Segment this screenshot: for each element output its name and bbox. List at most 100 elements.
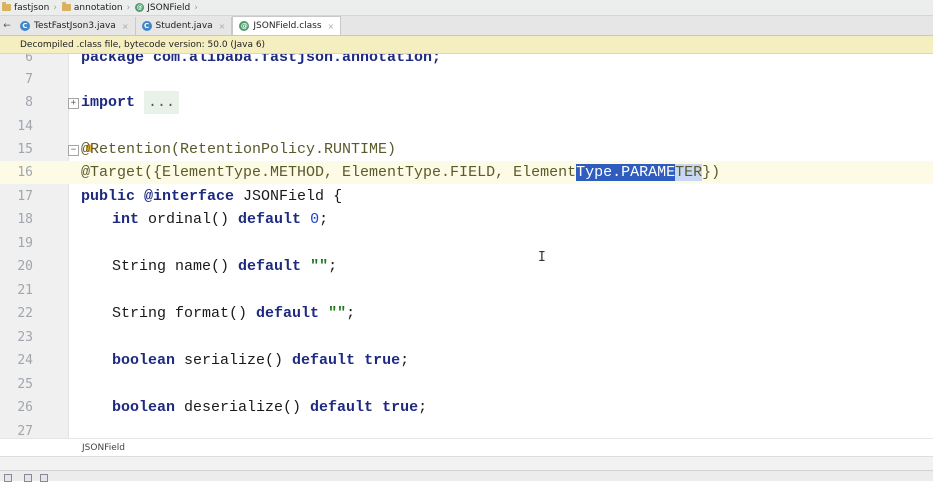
code-text: boolean deserialize() default true; — [112, 396, 427, 419]
fold-collapse-icon[interactable]: − — [68, 145, 79, 156]
code-keyword: public — [81, 188, 136, 205]
tool-window-strip — [0, 456, 933, 471]
editor-tab-bar: ← C TestFastJson3.java × C Student.java … — [0, 16, 933, 36]
code-package: package com.alibaba.fastjson.annotation; — [81, 54, 442, 66]
code-segment: ; — [328, 258, 338, 275]
line-number: 22 — [17, 306, 33, 321]
tool-window-icon[interactable] — [4, 474, 12, 482]
terminal-icon[interactable] — [24, 474, 32, 482]
code-string: "" — [310, 258, 329, 275]
structure-breadcrumb-label: JSONField — [82, 442, 125, 453]
code-segment: }) — [702, 164, 721, 181]
code-line-15[interactable]: 15 − @Retention(RetentionPolicy.RUNTIME) — [0, 138, 933, 161]
breadcrumb-label: annotation — [73, 2, 123, 13]
code-line-21[interactable]: 21 — [0, 279, 933, 302]
code-line-23[interactable]: 23 — [0, 326, 933, 349]
class-icon: @ — [135, 3, 145, 12]
code-segment: @Target({ElementType.METHOD, ElementType… — [81, 164, 577, 181]
folder-icon — [61, 2, 71, 11]
code-line-6[interactable]: 6 package com.alibaba.fastjson.annotatio… — [0, 54, 933, 69]
tab-label: TestFastJson3.java — [34, 21, 116, 31]
code-import-keyword: import — [81, 94, 136, 111]
code-keyword: boolean — [112, 399, 176, 416]
class-icon: C — [20, 21, 30, 31]
line-number: 17 — [17, 189, 33, 204]
code-line-22[interactable]: 22 String format() default ""; — [0, 302, 933, 325]
code-text: boolean serialize() default true; — [112, 349, 409, 372]
banner-text: Decompiled .class file, bytecode version… — [20, 39, 266, 50]
code-text: @Target({ElementType.METHOD, ElementType… — [81, 161, 720, 184]
code-line-18[interactable]: 18 int ordinal() default 0; — [0, 208, 933, 231]
folder-icon — [2, 2, 11, 11]
line-number: 16 — [17, 165, 33, 180]
code-text: String format() default ""; — [112, 302, 355, 325]
code-line-27[interactable]: 27 — [0, 420, 933, 438]
line-number: 6 — [25, 54, 33, 65]
code-text: int ordinal() default 0; — [112, 208, 328, 231]
code-line-24[interactable]: 24 boolean serialize() default true; — [0, 349, 933, 372]
code-number: 0 — [310, 211, 320, 228]
code-segment: ; — [418, 399, 428, 416]
line-number: 15 — [17, 142, 33, 157]
code-text: public @interface JSONField { — [81, 185, 342, 208]
settings-icon[interactable] — [40, 474, 48, 482]
line-number: 20 — [17, 259, 33, 274]
code-keyword: int — [112, 211, 140, 228]
tab-testfastjson3[interactable]: C TestFastJson3.java × — [14, 17, 136, 35]
code-segment: ; — [400, 352, 410, 369]
folded-imports[interactable]: ... — [144, 91, 180, 114]
fold-expand-icon[interactable]: + — [68, 98, 79, 109]
structure-breadcrumb[interactable]: JSONField — [0, 438, 933, 456]
code-string: "" — [328, 305, 347, 322]
breadcrumb-item-annotation[interactable]: annotation › — [60, 2, 133, 13]
tab-label: Student.java — [155, 21, 213, 31]
line-number: 18 — [17, 212, 33, 227]
breadcrumb-item-jsonfield[interactable]: @ JSONField › — [133, 3, 201, 13]
line-number: 23 — [17, 330, 33, 345]
code-line-26[interactable]: 26 boolean deserialize() default true; — [0, 396, 933, 419]
close-icon[interactable]: × — [122, 22, 129, 31]
selected-text-tail: TER — [675, 164, 703, 181]
code-segment: format() — [166, 305, 257, 322]
code-line-16[interactable]: 16 @Target({ElementType.METHOD, ElementT… — [0, 161, 933, 184]
class-icon: C — [141, 21, 152, 31]
status-bar — [0, 470, 933, 482]
code-segment: ordinal() — [139, 211, 239, 228]
code-segment: name() — [166, 258, 239, 275]
code-keyword: default — [292, 352, 356, 369]
code-line-17[interactable]: 17 public @interface JSONField { — [0, 185, 933, 208]
code-line-25[interactable]: 25 — [0, 373, 933, 396]
code-segment: ; — [319, 211, 329, 228]
code-type: String — [112, 305, 167, 322]
code-text: String name() default ""; — [112, 255, 337, 278]
close-icon[interactable]: × — [219, 22, 226, 31]
chevron-right-icon: › — [126, 2, 131, 13]
line-number: 25 — [17, 377, 33, 392]
code-keyword: default — [238, 211, 302, 228]
code-keyword: true — [382, 399, 419, 416]
code-keyword: boolean — [112, 352, 176, 369]
tab-jsonfield[interactable]: @ JSONField.class × — [232, 16, 342, 35]
code-text: package com.alibaba.fastjson.annotation; — [81, 54, 441, 69]
arrow-left-icon[interactable]: ← — [0, 16, 14, 35]
tab-label: JSONField.class — [253, 21, 322, 31]
code-segment: serialize() — [175, 352, 293, 369]
chevron-right-icon: › — [53, 2, 57, 13]
code-line-14[interactable]: 14 — [0, 115, 933, 138]
decompiled-notice-banner: Decompiled .class file, bytecode version… — [0, 36, 933, 54]
code-line-20[interactable]: 20 String name() default ""; — [0, 255, 933, 278]
code-type: String — [112, 258, 167, 275]
code-text: import ... — [81, 91, 180, 114]
code-keyword: default — [256, 305, 320, 322]
code-text: @Retention(RetentionPolicy.RUNTIME) — [81, 141, 397, 158]
code-segment: ; — [346, 305, 356, 322]
tab-student[interactable]: C Student.java × — [136, 17, 233, 35]
code-line-19[interactable]: 19 — [0, 232, 933, 255]
breadcrumb-item-fastjson[interactable]: fastjson › — [0, 2, 60, 13]
line-number: 21 — [17, 283, 33, 298]
code-line-8[interactable]: 8 + import ... — [0, 91, 933, 114]
close-icon[interactable]: × — [328, 22, 335, 31]
line-number: 19 — [17, 236, 33, 251]
code-editor[interactable]: 6 package com.alibaba.fastjson.annotatio… — [0, 54, 933, 438]
code-line-7[interactable]: 7 — [0, 68, 933, 91]
